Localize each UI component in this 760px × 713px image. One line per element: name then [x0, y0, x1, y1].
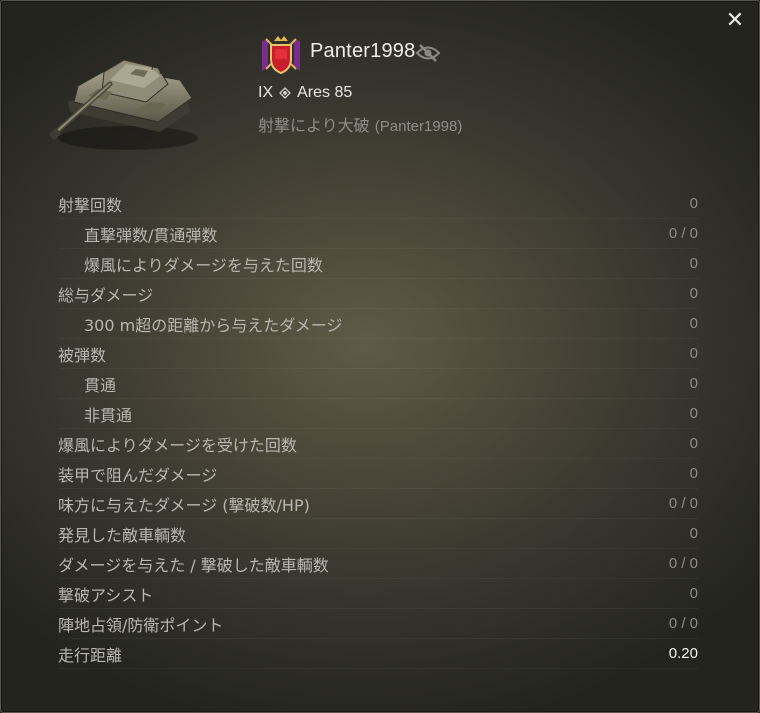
stat-value: 0 — [689, 255, 698, 272]
stat-row: 陣地占領/防衛ポイント 0 / 0 — [58, 609, 698, 639]
stat-value: 0.20 — [668, 645, 698, 662]
stat-label: 陣地占領/防衛ポイント — [58, 615, 224, 635]
stat-row: 爆風によりダメージを受けた回数 0 — [58, 429, 698, 459]
stat-label: 発見した敵車輌数 — [58, 525, 187, 545]
stat-value: 0 / 0 — [668, 555, 698, 572]
stat-value: 0 — [689, 285, 698, 302]
stat-row: 総与ダメージ 0 — [58, 279, 698, 309]
vehicle-tier: IX — [258, 84, 274, 101]
stat-value: 0 — [689, 435, 698, 452]
stat-row: 撃破アシスト 0 — [58, 579, 698, 609]
stat-label: 味方に与えたダメージ (撃破数/HP) — [58, 495, 310, 515]
stat-row: ダメージを与えた / 撃破した敵車輌数 0 / 0 — [58, 549, 698, 579]
stat-label: 非貫通 — [84, 405, 133, 425]
stat-label: 撃破アシスト — [58, 585, 154, 605]
stat-row: 貫通 0 — [58, 369, 698, 399]
stat-value: 0 — [689, 525, 698, 542]
stat-row: 直撃弾数/貫通弾数 0 / 0 — [58, 219, 698, 249]
stat-label: 射撃回数 — [58, 195, 123, 215]
stat-row: 射撃回数 0 — [58, 189, 698, 219]
eye-slash-icon — [415, 44, 441, 62]
stat-label: 装甲で阻んだダメージ — [58, 465, 218, 485]
stat-label: 総与ダメージ — [58, 285, 154, 305]
death-reason-text: 射撃により大破 — [258, 116, 370, 135]
stat-value: 0 / 0 — [668, 225, 698, 242]
stat-row: 被弾数 0 — [58, 339, 698, 369]
player-name: Panter1998 — [310, 40, 416, 62]
stat-value: 0 — [689, 585, 698, 602]
stat-value: 0 / 0 — [668, 495, 698, 512]
stat-value: 0 — [689, 195, 698, 212]
stat-label: 貫通 — [84, 375, 117, 395]
stat-row: 味方に与えたダメージ (撃破数/HP) 0 / 0 — [58, 489, 698, 519]
stat-label: 被弾数 — [58, 345, 107, 365]
stat-label: 300 m超の距離から与えたダメージ — [84, 315, 343, 335]
killer-name: (Panter1998) — [374, 118, 463, 135]
stat-label: 直撃弾数/貫通弾数 — [84, 225, 218, 245]
stat-row: 発見した敵車輌数 0 — [58, 519, 698, 549]
stat-label: ダメージを与えた / 撃破した敵車輌数 — [58, 555, 329, 575]
stat-value: 0 — [689, 405, 698, 422]
stat-label: 爆風によりダメージを与えた回数 — [84, 255, 323, 275]
stat-value: 0 — [689, 465, 698, 482]
stats-table: 射撃回数 0 直撃弾数/貫通弾数 0 / 0 爆風によりダメージを与えた回数 0 総与ダメー… — [58, 189, 698, 669]
stat-row: 走行距離 0.20 — [58, 639, 698, 669]
stat-row: 300 m超の距離から与えたダメージ 0 — [58, 309, 698, 339]
clan-emblem-icon — [262, 36, 300, 75]
stat-value: 0 — [689, 375, 698, 392]
stat-label: 爆風によりダメージを受けた回数 — [58, 435, 297, 455]
stat-value: 0 / 0 — [668, 615, 698, 632]
stat-row: 爆風によりダメージを与えた回数 0 — [58, 249, 698, 279]
tank-image — [49, 41, 198, 150]
close-icon[interactable]: ✕ — [724, 10, 746, 32]
stat-value: 0 — [689, 345, 698, 362]
stat-label: 走行距離 — [58, 645, 123, 665]
death-reason: 射撃により大破 (Panter1998) — [258, 112, 462, 136]
vehicle-row: IX Ares 85 — [258, 84, 352, 102]
vehicle-class-icon — [279, 87, 292, 99]
stat-value: 0 — [689, 315, 698, 332]
stat-row: 非貫通 0 — [58, 399, 698, 429]
stat-row: 装甲で阻んだダメージ 0 — [58, 459, 698, 489]
vehicle-name: Ares 85 — [297, 84, 353, 101]
